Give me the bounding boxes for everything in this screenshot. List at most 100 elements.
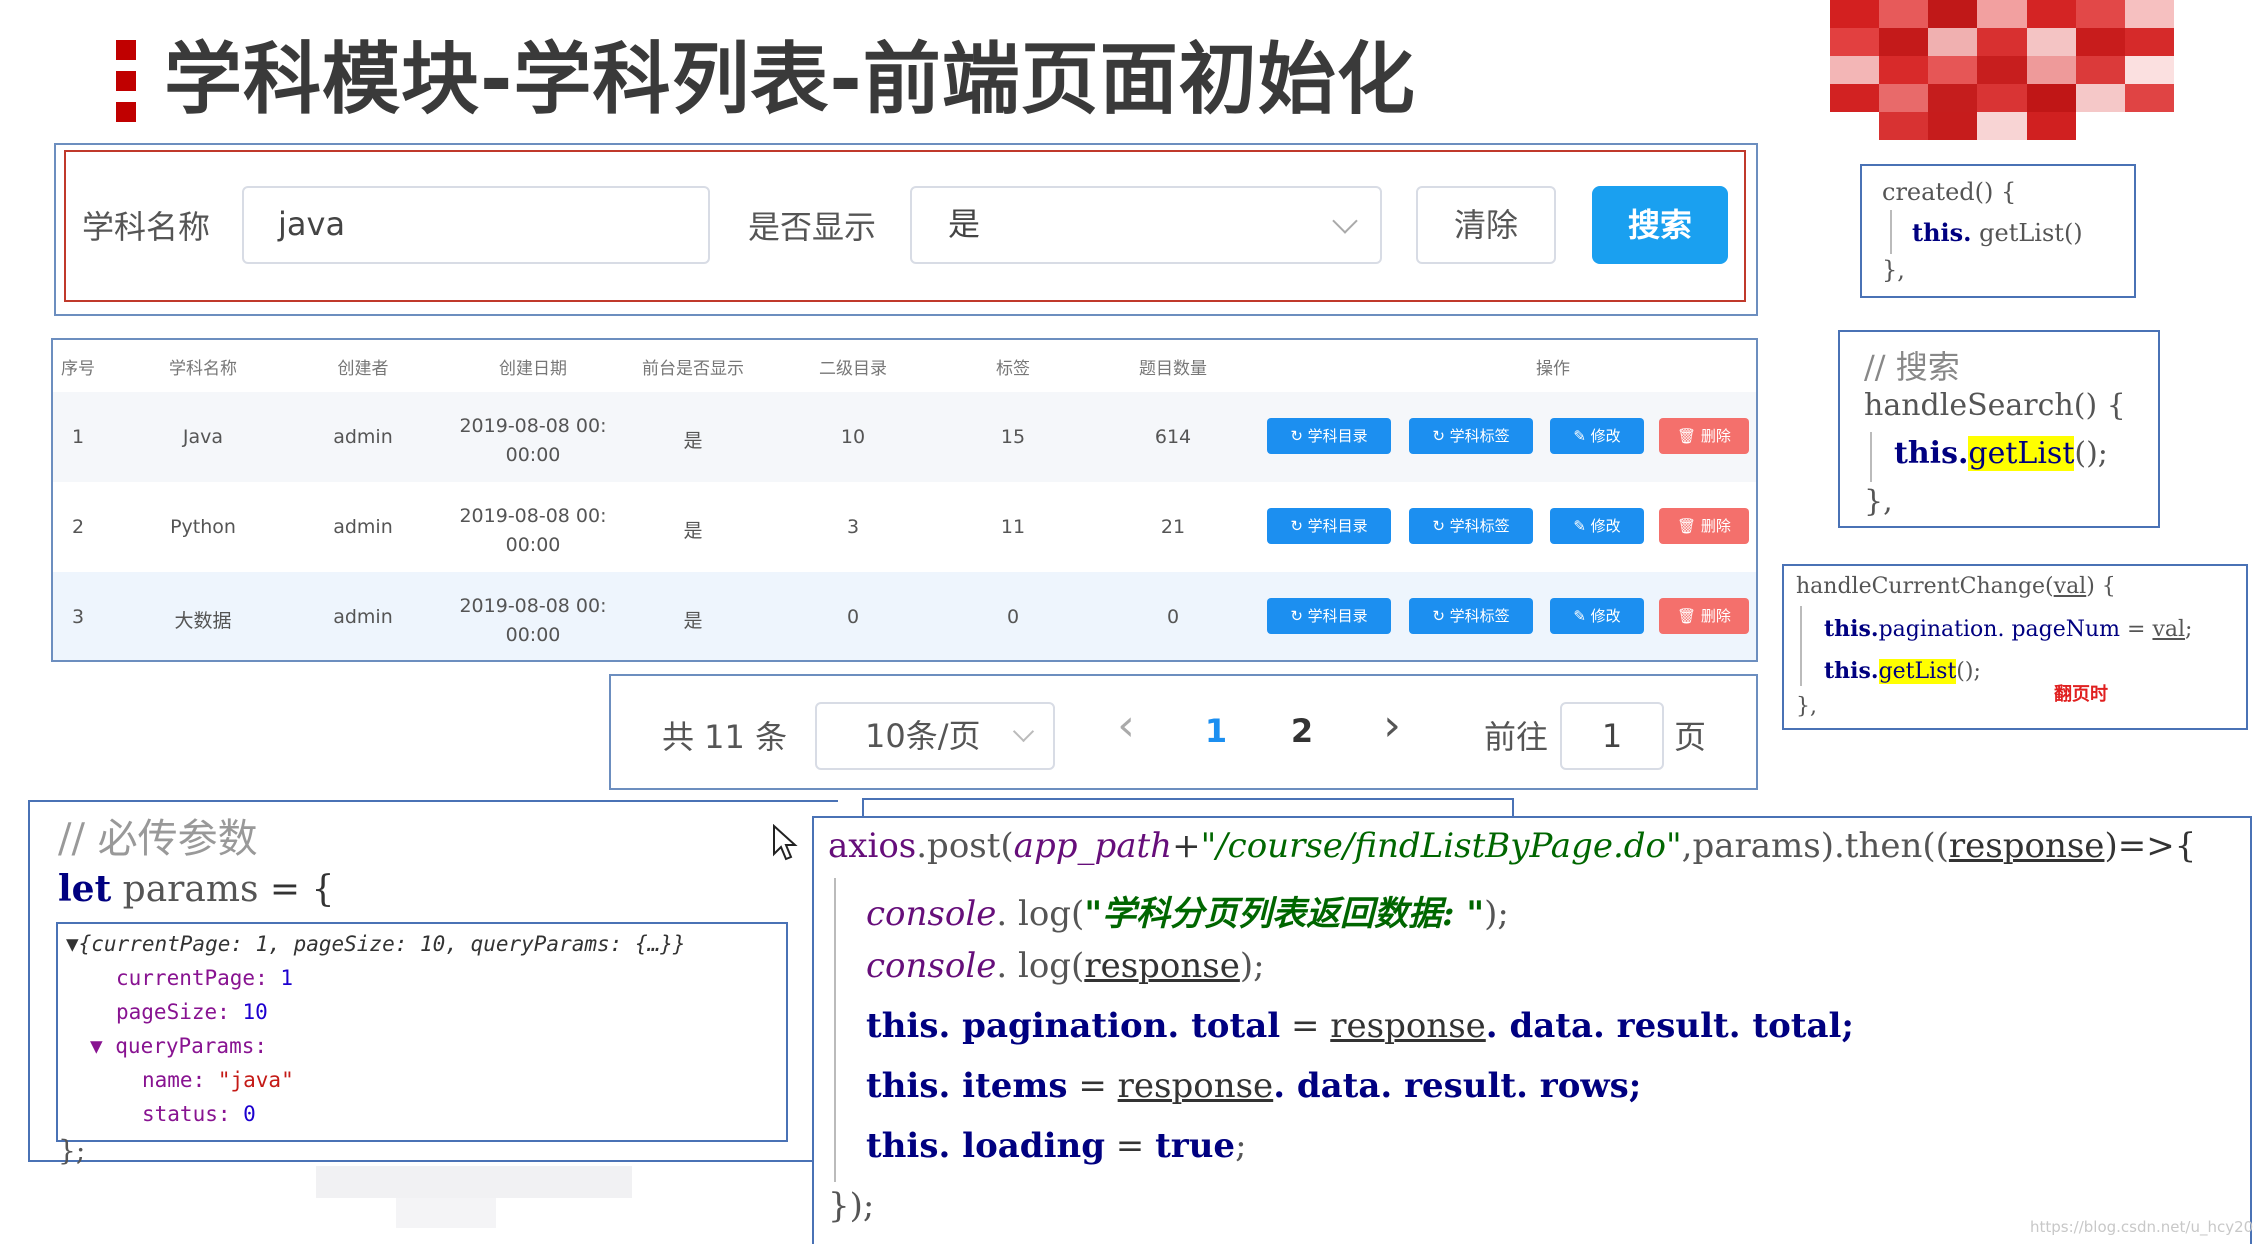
edit-button[interactable]: ✎ 修改: [1550, 418, 1644, 454]
tag-button[interactable]: ↻ 学科标签: [1409, 598, 1533, 634]
code-keyword: this.: [866, 1066, 951, 1106]
code-text: ();: [1956, 659, 1981, 684]
row-count: 0: [1166, 606, 1180, 628]
row-date-line2: 00:00: [505, 444, 561, 466]
console-value: "java": [217, 1068, 294, 1092]
code-line: handleSearch() {: [1864, 388, 2126, 423]
console-value: 1: [280, 966, 294, 990]
row-date-line2: 00:00: [505, 534, 561, 556]
code-line: console. log(response);: [866, 946, 1265, 986]
code-text: .post(: [916, 826, 1014, 866]
row-date-line1: 2019-08-08 00:: [459, 415, 607, 437]
page-1-button[interactable]: 1: [1196, 712, 1236, 750]
tag-label: 学科标签: [1449, 427, 1510, 445]
header-sub: 二级目录: [819, 359, 887, 379]
code-line: };: [58, 1134, 86, 1167]
code-text: ();: [2074, 436, 2108, 471]
console-key: name:: [142, 1068, 218, 1092]
code-param: response: [1117, 1066, 1274, 1106]
code-text: pagination. pageNum: [1878, 617, 2121, 642]
code-line: let params = {: [58, 868, 334, 910]
code-text: =: [1067, 1066, 1118, 1106]
catalog-button[interactable]: ↻ 学科目录: [1267, 418, 1391, 454]
row-name: Java: [182, 426, 224, 448]
show-status-value: 是: [948, 205, 981, 243]
subject-name-input[interactable]: java: [242, 186, 710, 264]
header-creator: 创建者: [337, 359, 389, 379]
show-status-select[interactable]: 是: [910, 186, 1382, 264]
row-tags: 0: [1006, 606, 1020, 628]
catalog-label: 学科目录: [1307, 607, 1368, 625]
code-box-page-change: handleCurrentChange(val) { this.paginati…: [1782, 564, 2248, 730]
code-keyword: this.: [1894, 436, 1969, 471]
header-index: 序号: [61, 359, 95, 379]
show-status-label: 是否显示: [748, 208, 877, 246]
code-line: },: [1882, 256, 1905, 284]
edit-button[interactable]: ✎ 修改: [1550, 598, 1644, 634]
console-value: 0: [243, 1102, 256, 1126]
blurred-area: [396, 1198, 496, 1228]
console-summary[interactable]: ▼{currentPage: 1, pageSize: 10, queryPar…: [66, 932, 686, 956]
table-row[interactable]: 1 Java admin 2019-08-08 00: 00:00 是 10 15…: [53, 392, 1756, 482]
code-param: response: [1948, 826, 2105, 866]
code-indent-guide: [1870, 432, 1872, 482]
delete-button[interactable]: 🗑 删除: [1659, 508, 1749, 544]
code-box-axios: axios.post(app_path+"/course/findListByP…: [812, 816, 2252, 1244]
console-line[interactable]: ▼ queryParams:: [90, 1034, 267, 1058]
code-text: loading: [950, 1126, 1105, 1166]
console-line: name: "java": [142, 1068, 294, 1092]
row-name: 大数据: [174, 610, 232, 632]
table-row[interactable]: 3 大数据 admin 2019-08-08 00: 00:00 是 0 0 0 …: [53, 572, 1756, 660]
code-box-search: // 搜索 handleSearch() { this.getList(); }…: [1838, 330, 2160, 528]
catalog-button[interactable]: ↻ 学科目录: [1267, 598, 1391, 634]
row-tags: 11: [1000, 516, 1026, 538]
code-keyword: let: [58, 868, 112, 910]
code-text: params: [111, 869, 259, 910]
delete-label: 删除: [1700, 517, 1731, 535]
next-page-button[interactable]: ›: [1372, 700, 1412, 751]
code-text: ,params).then((: [1681, 826, 1949, 866]
page-title: 学科模块-学科列表-前端页面初始化: [164, 35, 1416, 125]
delete-button[interactable]: 🗑 删除: [1659, 598, 1749, 634]
goto-page-input[interactable]: 1: [1560, 702, 1664, 770]
search-button[interactable]: 搜索: [1592, 186, 1728, 264]
row-creator: admin: [333, 516, 393, 538]
prev-page-button[interactable]: ‹: [1106, 700, 1146, 751]
delete-button[interactable]: 🗑 删除: [1659, 418, 1749, 454]
code-text: )=>{: [2104, 826, 2197, 866]
catalog-button[interactable]: ↻ 学科目录: [1267, 508, 1391, 544]
code-comment: // 搜索: [1864, 348, 1960, 386]
row-index: 2: [71, 516, 85, 538]
edit-button[interactable]: ✎ 修改: [1550, 508, 1644, 544]
row-date: 2019-08-08 00: 00:00: [453, 592, 613, 650]
row-tags: 15: [1000, 426, 1026, 448]
table-row[interactable]: 2 Python admin 2019-08-08 00: 00:00 是 3 1…: [53, 482, 1756, 572]
edit-label: 修改: [1590, 427, 1621, 445]
code-comment: // 必传参数: [58, 816, 258, 862]
blurred-area: [316, 1166, 632, 1198]
page-2-button[interactable]: 2: [1282, 712, 1322, 750]
console-output-box: ▼{currentPage: 1, pageSize: 10, queryPar…: [56, 922, 788, 1142]
header-date: 创建日期: [499, 359, 567, 379]
header-ops: 操作: [1536, 359, 1570, 379]
code-text: = {: [258, 869, 335, 910]
hidden-code-box: [862, 798, 1514, 818]
code-line: this. pagination. total = response. data…: [866, 1006, 1854, 1046]
goto-label: 前往: [1484, 718, 1549, 756]
code-text: . data. result. rows;: [1273, 1066, 1642, 1106]
catalog-label: 学科目录: [1307, 427, 1368, 445]
row-sub: 0: [846, 606, 860, 628]
console-line: status: 0: [142, 1102, 256, 1126]
code-indent-guide: [1800, 606, 1802, 686]
tag-button[interactable]: ↻ 学科标签: [1409, 418, 1533, 454]
header-tags: 标签: [996, 359, 1030, 379]
code-keyword: this.: [866, 1126, 951, 1166]
code-param: response: [1084, 946, 1240, 986]
row-date-line1: 2019-08-08 00:: [459, 505, 607, 527]
clear-button[interactable]: 清除: [1416, 186, 1556, 264]
tag-button[interactable]: ↻ 学科标签: [1409, 508, 1533, 544]
row-count: 21: [1160, 516, 1186, 538]
page-size-select[interactable]: 10条/页: [815, 702, 1055, 770]
header-count: 题目数量: [1139, 359, 1207, 379]
code-text: =: [2120, 617, 2153, 642]
